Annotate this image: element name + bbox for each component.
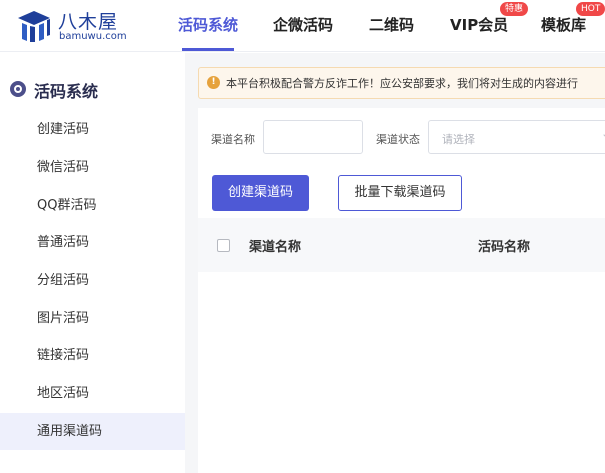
top-navigation: 八木屋 bamuwu.com 活码系统 企微活码 二维码 VIP会员 特惠 模板… <box>0 0 605 52</box>
anti-fraud-notice: ! 本平台积极配合警方反诈工作！应公安部要求，我们将对生成的内容进行 <box>198 67 605 99</box>
logo-mark-icon <box>18 11 50 42</box>
table-header: 渠道名称 活码名称 <box>198 218 605 272</box>
channel-name-input[interactable] <box>263 120 363 154</box>
nav-item-huoma-system[interactable]: 活码系统 <box>178 14 238 35</box>
sidebar-item-wechat-huoma[interactable]: 微信活码 <box>0 149 185 186</box>
vip-discount-badge: 特惠 <box>500 2 529 16</box>
warning-icon: ! <box>207 76 220 89</box>
system-icon <box>10 81 26 97</box>
notice-text: 本平台积极配合警方反诈工作！应公安部要求，我们将对生成的内容进行 <box>226 77 578 90</box>
sidebar-item-normal-huoma[interactable]: 普通活码 <box>0 224 185 261</box>
hot-badge: HOT <box>576 2 605 16</box>
sidebar-section-header: 活码系统 <box>10 78 180 101</box>
main-content: ! 本平台积极配合警方反诈工作！应公安部要求，我们将对生成的内容进行 渠道名称 … <box>185 53 605 473</box>
brand-logo[interactable]: 八木屋 bamuwu.com <box>16 7 156 47</box>
create-channel-code-button[interactable]: 创建渠道码 <box>212 175 309 211</box>
column-header-huoma-name: 活码名称 <box>478 240 531 255</box>
sidebar-item-create-huoma[interactable]: 创建活码 <box>0 111 185 148</box>
select-all-checkbox[interactable] <box>217 239 230 252</box>
nav-active-indicator <box>182 48 234 51</box>
nav-item-templates[interactable]: 模板库 <box>541 14 586 35</box>
brand-domain: bamuwu.com <box>59 31 127 42</box>
channel-name-label: 渠道名称 <box>211 133 255 146</box>
channel-status-select[interactable]: 请选择 <box>428 120 605 154</box>
sidebar: 活码系统 创建活码 微信活码 QQ群活码 普通活码 分组活码 图片活码 链接活码… <box>0 53 185 473</box>
sidebar-item-link-huoma[interactable]: 链接活码 <box>0 337 185 374</box>
sidebar-section-title: 活码系统 <box>34 82 99 101</box>
channel-status-placeholder: 请选择 <box>442 133 475 146</box>
batch-download-channel-code-button[interactable]: 批量下载渠道码 <box>338 175 462 211</box>
brand-name: 八木屋 <box>58 11 119 33</box>
channel-code-panel: 渠道名称 渠道状态 请选择 创建渠道码 批量下载渠道码 渠道名称 活码名称 <box>198 108 605 473</box>
sidebar-item-region-huoma[interactable]: 地区活码 <box>0 375 185 412</box>
nav-item-vip[interactable]: VIP会员 <box>450 14 508 35</box>
sidebar-item-image-huoma[interactable]: 图片活码 <box>0 300 185 337</box>
channel-status-label: 渠道状态 <box>376 133 420 146</box>
nav-item-wecom-huoma[interactable]: 企微活码 <box>273 14 333 35</box>
sidebar-item-universal-channel-code[interactable]: 通用渠道码 <box>0 413 185 450</box>
nav-item-qrcode[interactable]: 二维码 <box>369 14 414 35</box>
column-header-channel-name: 渠道名称 <box>249 240 302 255</box>
sidebar-item-qq-group-huoma[interactable]: QQ群活码 <box>0 187 185 224</box>
sidebar-item-group-huoma[interactable]: 分组活码 <box>0 262 185 299</box>
